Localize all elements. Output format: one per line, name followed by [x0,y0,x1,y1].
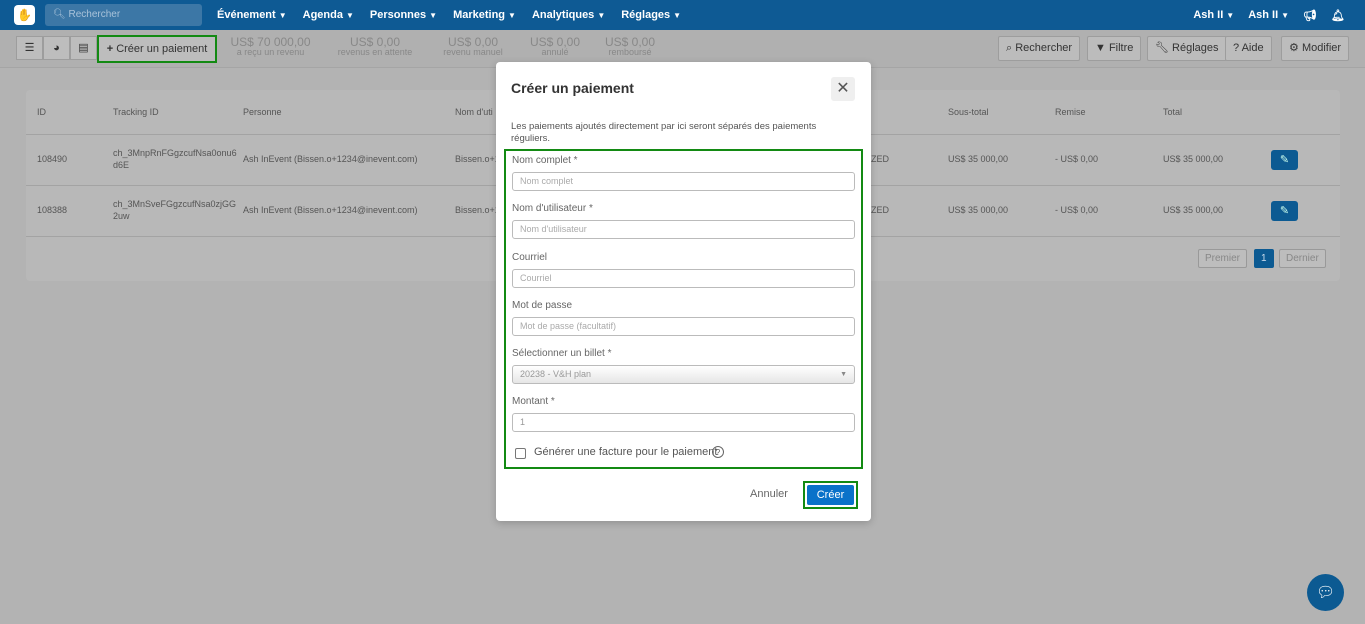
edit-row-button[interactable]: ✎ [1271,150,1298,170]
gear-icon: ⚙ [1289,42,1299,54]
chevron-down-icon: ▼ [429,11,438,20]
help-button[interactable]: ? Aide [1225,36,1272,61]
chevron-down-icon: ▼ [597,11,606,20]
create-payment-modal: Créer un paiement ✕ Les paiements ajouté… [496,62,871,521]
page-1-button[interactable]: 1 [1254,249,1274,268]
filter-icon: ▼ [1095,42,1106,54]
plus-icon: + [106,43,114,55]
search-icon: 🔍︎ [53,9,69,20]
payment-form: Nom complet * Nom complet Nom d'utilisat… [504,149,863,469]
receipt-view-icon[interactable]: ▤ [70,36,97,60]
invoice-checkbox[interactable] [515,448,526,459]
stat-pending: US$ 0,00 revenus en attente [337,35,413,57]
settings-button[interactable]: 🔧︎ Réglages [1147,36,1227,61]
col-tracking: Tracking ID [113,107,159,117]
chevron-down-icon: ▼ [673,11,682,20]
stat-cancelled: US$ 0,00 annulé [529,35,581,57]
search-icon: ⌕ [1006,42,1013,54]
create-button[interactable]: Créer [807,485,854,505]
wrench-icon: 🔧︎ [1155,42,1169,54]
menu-personnes[interactable]: Personnes ▼ [370,9,437,21]
global-search-input[interactable]: 🔍︎ Rechercher [45,4,202,26]
email-input[interactable]: Courriel [512,269,855,288]
username-input[interactable]: Nom d'utilisateur [512,220,855,239]
username-label: Nom d'utilisateur * [512,203,593,214]
col-discount: Remise [1055,107,1086,117]
user-menu[interactable]: Ash II ▼ [1193,9,1234,21]
full-name-input[interactable]: Nom complet [512,172,855,191]
chevron-down-icon: ▼ [1281,11,1290,20]
filter-button[interactable]: ▼ Filtre [1087,36,1142,61]
chevron-down-icon: ▼ [345,11,354,20]
col-total: Total [1163,107,1183,117]
chevron-down-icon: ▼ [508,11,516,20]
caret-down-icon: ▼ [840,371,847,378]
chart-view-icon[interactable]: ◕ [43,36,70,60]
edit-row-button[interactable]: ✎ [1271,201,1298,221]
col-person: Personne [243,107,282,117]
amount-input[interactable]: 1 [512,413,855,432]
app-logo[interactable]: ✋ [14,5,35,25]
ticket-select[interactable]: 20238 - V&H plan ▼ [512,365,855,384]
search-button[interactable]: ⌕ Rechercher [998,36,1081,61]
page-last-button[interactable]: Dernier [1279,249,1326,268]
menu-marketing[interactable]: Marketing ▼ [453,9,516,21]
list-view-icon[interactable]: ☰ [16,36,43,60]
help-circle-icon[interactable]: ? [712,446,724,458]
col-username: Nom d'uti [455,107,493,117]
help-icon: ? [1233,42,1240,54]
menu-evenement[interactable]: Événement ▼ [217,9,287,21]
top-nav: ✋ 🔍︎ Rechercher Événement ▼ Agenda ▼ Perso… [0,0,1365,30]
megaphone-icon[interactable]: 📢︎ [1303,9,1317,22]
account-menu[interactable]: Ash II ▼ [1248,9,1289,21]
col-subtotal: Sous-total [948,107,989,117]
full-name-label: Nom complet * [512,155,578,166]
menu-reglages[interactable]: Réglages ▼ [621,9,681,21]
modal-title: Créer un paiement [511,80,634,96]
password-label: Mot de passe [512,300,573,311]
menu-analytiques[interactable]: Analytiques ▼ [532,9,605,21]
password-input[interactable]: Mot de passe (facultatif) [512,317,855,336]
menu-agenda[interactable]: Agenda ▼ [303,9,354,21]
ticket-label: Sélectionner un billet * [512,348,612,359]
stat-received: US$ 70 000,00 a reçu un revenu [230,35,311,57]
stat-manual: US$ 0,00 revenu manuel [443,35,503,57]
amount-label: Montant * [512,396,555,407]
chevron-down-icon: ▼ [1226,11,1235,20]
chevron-down-icon: ▼ [278,11,287,20]
page-first-button[interactable]: Premier [1198,249,1248,268]
bell-icon[interactable]: 🔔︎ [1331,9,1345,22]
invoice-label: Générer une facture pour le paiement [534,446,718,458]
close-icon[interactable]: ✕ [831,77,855,101]
stat-refunded: US$ 0,00 remboursé [604,35,656,57]
cancel-button[interactable]: Annuler [750,488,788,500]
modal-description: Les paiements ajoutés directement par ic… [511,121,817,144]
col-id: ID [37,107,46,117]
chat-icon[interactable]: 💬︎ [1307,574,1344,611]
create-payment-button[interactable]: + Créer un paiement [97,35,217,63]
email-label: Courriel [512,252,548,263]
edit-button[interactable]: ⚙ Modifier [1281,36,1350,61]
